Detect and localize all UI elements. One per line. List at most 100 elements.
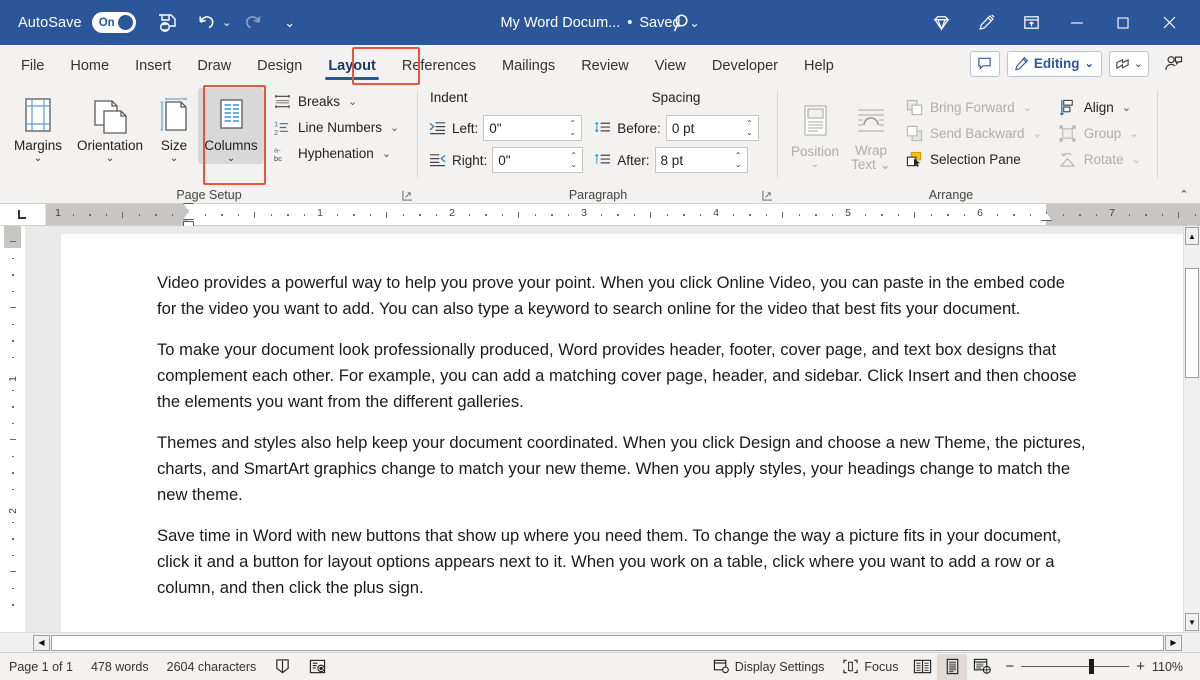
comments-button[interactable] xyxy=(970,51,1000,77)
zoom-slider-thumb[interactable] xyxy=(1089,659,1094,674)
send-backward-button[interactable]: Send Backward ⌄ xyxy=(902,120,1044,146)
tab-design[interactable]: Design xyxy=(244,50,315,82)
zoom-level-label[interactable]: 110% xyxy=(1152,660,1192,674)
character-count[interactable]: 2604 characters xyxy=(158,653,266,680)
spacing-after-spinner[interactable]: ⌃⌄ xyxy=(655,147,748,173)
tab-home[interactable]: Home xyxy=(57,50,122,82)
tab-references[interactable]: References xyxy=(389,50,489,82)
group-button[interactable]: Group ⌄ xyxy=(1056,120,1143,146)
scroll-down-arrow[interactable]: ▼ xyxy=(1185,613,1199,631)
document-page[interactable]: Video provides a powerful way to help yo… xyxy=(61,234,1183,632)
web-layout-button[interactable] xyxy=(967,654,997,680)
spacing-after-stepper[interactable]: ⌃⌄ xyxy=(732,148,745,172)
zoom-slider-track[interactable] xyxy=(1021,666,1129,667)
tab-file[interactable]: File xyxy=(8,50,57,82)
page-setup-dialog-launcher[interactable] xyxy=(400,188,414,202)
vertical-scroll-thumb[interactable] xyxy=(1185,268,1199,378)
position-chevron-down-icon[interactable]: ⌄ xyxy=(811,160,819,170)
accessibility-button[interactable] xyxy=(300,653,335,680)
indent-left-stepper[interactable]: ⌃⌄ xyxy=(566,116,579,140)
collapse-ribbon-icon[interactable]: ⌃ xyxy=(1174,185,1194,203)
horizontal-scrollbar[interactable]: ◀ ▶ xyxy=(0,632,1200,652)
spacing-before-stepper[interactable]: ⌃⌄ xyxy=(743,116,756,140)
document-paragraph[interactable]: To make your document look professionall… xyxy=(157,337,1087,415)
focus-mode-button[interactable]: Focus xyxy=(833,653,907,680)
share-chevron-down-icon[interactable]: ⌄ xyxy=(1134,57,1143,70)
margins-chevron-down-icon[interactable]: ⌄ xyxy=(34,154,42,164)
diamond-icon[interactable] xyxy=(919,0,964,45)
print-layout-button[interactable] xyxy=(937,654,967,680)
maximize-icon[interactable] xyxy=(1100,0,1146,45)
customize-quick-access-icon[interactable]: ⌄ xyxy=(276,7,304,39)
ribbon-display-options-icon[interactable] xyxy=(1009,0,1054,45)
invite-people-button[interactable] xyxy=(1156,51,1190,77)
left-tab-stop-icon[interactable] xyxy=(0,204,46,225)
breaks-button[interactable]: Breaks ⌄ xyxy=(270,88,401,114)
rotate-button[interactable]: Rotate ⌄ xyxy=(1056,146,1143,172)
horizontal-ruler[interactable]: 1 1 2 3 4 5 6 7 xyxy=(0,204,1200,226)
read-mode-button[interactable] xyxy=(907,654,937,680)
autosave-toggle[interactable]: On xyxy=(92,12,136,33)
line-numbers-chevron-down-icon[interactable]: ⌄ xyxy=(390,121,399,134)
wrap-text-chevron-down-icon[interactable]: ⌄ xyxy=(880,157,891,172)
undo-icon[interactable] xyxy=(194,7,220,39)
minimize-icon[interactable] xyxy=(1054,0,1100,45)
indent-left-spinner[interactable]: ⌃⌄ xyxy=(483,115,582,141)
group-chevron-down-icon[interactable]: ⌄ xyxy=(1129,127,1138,140)
indent-right-stepper[interactable]: ⌃⌄ xyxy=(567,148,580,172)
align-chevron-down-icon[interactable]: ⌄ xyxy=(1122,101,1131,114)
tab-developer[interactable]: Developer xyxy=(699,50,791,82)
tab-mailings[interactable]: Mailings xyxy=(489,50,568,82)
search-button[interactable] xyxy=(672,0,694,45)
vertical-ruler[interactable]: 1 2 xyxy=(0,226,25,632)
size-button[interactable]: Size ⌄ xyxy=(150,88,198,164)
size-chevron-down-icon[interactable]: ⌄ xyxy=(170,154,178,164)
ruler-strip[interactable]: 1 1 2 3 4 5 6 7 xyxy=(46,204,1200,225)
wrap-text-button[interactable]: WrapText ⌄ xyxy=(846,94,896,172)
document-title-button[interactable]: My Word Docum... • Saved ⌄ xyxy=(500,15,699,31)
rotate-chevron-down-icon[interactable]: ⌄ xyxy=(1132,153,1141,166)
scroll-up-arrow[interactable]: ▲ xyxy=(1185,227,1199,245)
undo-chevron-down-icon[interactable]: ⌄ xyxy=(220,7,234,39)
document-paragraph[interactable]: Video provides a powerful way to help yo… xyxy=(157,270,1087,322)
columns-chevron-down-icon[interactable]: ⌄ xyxy=(227,154,235,164)
scroll-left-arrow[interactable]: ◀ xyxy=(33,635,50,651)
tab-review[interactable]: Review xyxy=(568,50,642,82)
tab-view[interactable]: View xyxy=(642,50,699,82)
close-icon[interactable] xyxy=(1146,0,1192,45)
paragraph-dialog-launcher[interactable] xyxy=(760,188,774,202)
word-count[interactable]: 478 words xyxy=(82,653,158,680)
hyphenation-button[interactable]: a- bc Hyphenation ⌄ xyxy=(270,140,401,166)
spacing-before-spinner[interactable]: ⌃⌄ xyxy=(666,115,759,141)
save-sync-icon[interactable] xyxy=(150,7,184,39)
zoom-control[interactable]: − + 110% xyxy=(997,658,1200,675)
editing-chevron-down-icon[interactable]: ⌄ xyxy=(1085,57,1094,70)
tab-help[interactable]: Help xyxy=(791,50,847,82)
pen-ink-icon[interactable] xyxy=(964,0,1009,45)
indent-right-spinner[interactable]: ⌃⌄ xyxy=(492,147,583,173)
vertical-scrollbar[interactable]: ▲ ▼ xyxy=(1183,226,1200,632)
position-button[interactable]: Position ⌄ xyxy=(786,94,844,172)
horizontal-scroll-track[interactable] xyxy=(51,635,1164,651)
share-button[interactable]: ⌄ xyxy=(1109,51,1149,77)
selection-pane-button[interactable]: Selection Pane xyxy=(902,146,1044,172)
page-info[interactable]: Page 1 of 1 xyxy=(0,653,82,680)
horizontal-scroll-thumb[interactable] xyxy=(51,635,1164,651)
zoom-in-button[interactable]: + xyxy=(1136,658,1145,675)
line-numbers-button[interactable]: 1 2 Line Numbers ⌄ xyxy=(270,114,401,140)
tab-layout[interactable]: Layout xyxy=(315,50,389,82)
columns-button[interactable]: Columns ⌄ xyxy=(198,88,264,164)
orientation-button[interactable]: Orientation ⌄ xyxy=(70,88,150,164)
display-settings-button[interactable]: Display Settings xyxy=(704,653,834,680)
orientation-chevron-down-icon[interactable]: ⌄ xyxy=(106,154,114,164)
tab-insert[interactable]: Insert xyxy=(122,50,184,82)
margins-button[interactable]: Margins ⌄ xyxy=(6,88,70,164)
tab-draw[interactable]: Draw xyxy=(184,50,244,82)
document-paragraph[interactable]: Themes and styles also help keep your do… xyxy=(157,430,1087,508)
document-paragraph[interactable]: Save time in Word with new buttons that … xyxy=(157,523,1087,601)
scroll-right-arrow[interactable]: ▶ xyxy=(1165,635,1182,651)
align-button[interactable]: Align ⌄ xyxy=(1056,94,1143,120)
send-backward-chevron-down-icon[interactable]: ⌄ xyxy=(1033,127,1042,140)
breaks-chevron-down-icon[interactable]: ⌄ xyxy=(348,95,357,108)
proofing-status-button[interactable] xyxy=(265,653,300,680)
